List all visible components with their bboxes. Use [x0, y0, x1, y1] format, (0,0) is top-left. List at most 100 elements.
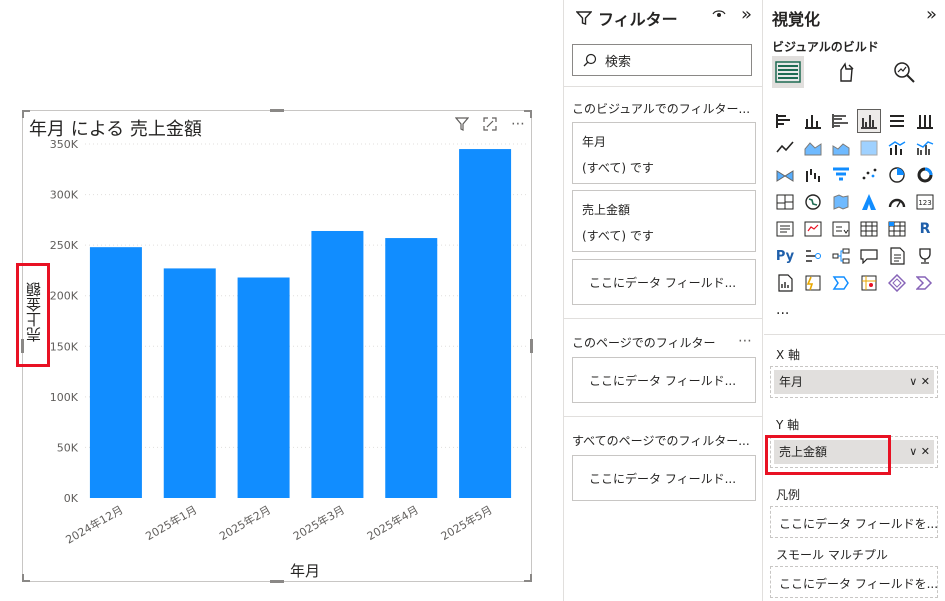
- 100-stacked-bar-chart-icon[interactable]: [886, 110, 908, 132]
- filters-title: フィルター: [598, 10, 678, 29]
- y-axis-well-label: Y 軸: [776, 418, 800, 432]
- filter-icon: [576, 11, 592, 25]
- 100-stacked-column-chart-icon[interactable]: [914, 110, 936, 132]
- ribbon-chart-icon[interactable]: [774, 164, 796, 186]
- kpi-icon[interactable]: [802, 218, 824, 240]
- x-axis-field-well[interactable]: 年月 ∨ ✕: [770, 366, 938, 398]
- gauge-icon[interactable]: [886, 191, 908, 213]
- filter-card-year-month[interactable]: 年月 (すべて) です: [572, 122, 756, 184]
- filter-card-state: (すべて) です: [582, 229, 654, 243]
- small-multiples-field-well[interactable]: ここにデータ フィールドを...: [770, 566, 938, 598]
- funnel-chart-icon[interactable]: [830, 164, 852, 186]
- close-icon[interactable]: ✕: [921, 445, 930, 458]
- matrix-icon[interactable]: [886, 218, 908, 240]
- x-axis-title: 年月: [290, 562, 321, 580]
- x-axis-well-label: X 軸: [776, 348, 801, 362]
- line-and-stacked-column-chart-icon[interactable]: [886, 137, 908, 159]
- bar: [385, 238, 438, 498]
- more-options-icon[interactable]: ⋯: [738, 333, 752, 349]
- treemap-icon[interactable]: [774, 191, 796, 213]
- close-icon[interactable]: ✕: [921, 375, 930, 388]
- bar: [237, 277, 290, 498]
- legend-well-label: 凡例: [776, 488, 801, 502]
- bar: [459, 149, 512, 499]
- qna-icon[interactable]: [858, 245, 880, 267]
- search-icon: [583, 53, 597, 67]
- 100-stacked-area-chart-icon[interactable]: [858, 137, 880, 159]
- filled-map-icon[interactable]: [830, 191, 852, 213]
- clustered-column-chart-icon[interactable]: [857, 109, 881, 133]
- waterfall-chart-icon[interactable]: [802, 164, 824, 186]
- small-multiples-drop-text: ここにデータ フィールドを...: [779, 577, 939, 591]
- filter-card-field: 売上金額: [582, 203, 631, 217]
- map-icon[interactable]: [802, 191, 824, 213]
- all-pages-filter-drop-zone[interactable]: ここにデータ フィールド...: [572, 455, 756, 501]
- stacked-bar-chart-icon[interactable]: [774, 110, 796, 132]
- format-visual-tab-icon[interactable]: [830, 56, 862, 88]
- goals-icon[interactable]: [914, 245, 936, 267]
- visual-filter-drop-zone[interactable]: ここにデータ フィールド...: [572, 259, 756, 305]
- clustered-bar-chart-icon[interactable]: [830, 110, 852, 132]
- custom-visual-icon[interactable]: [886, 272, 908, 294]
- y-axis-field-well[interactable]: 売上金額 ∨ ✕: [765, 435, 938, 475]
- collapse-filters-icon[interactable]: »: [741, 4, 752, 25]
- x-tick-label: 2024年12月: [63, 502, 125, 546]
- key-influencers-icon[interactable]: [802, 245, 824, 267]
- multi-row-card-icon[interactable]: [774, 218, 796, 240]
- slicer-icon[interactable]: [830, 218, 852, 240]
- filter-card-sales[interactable]: 売上金額 (すべて) です: [572, 190, 756, 252]
- chevron-down-icon[interactable]: ∨: [909, 445, 917, 458]
- azure-map-icon[interactable]: [858, 191, 880, 213]
- paginated-report-icon[interactable]: [774, 272, 796, 294]
- smart-narrative-icon[interactable]: [886, 245, 908, 267]
- divider: [564, 416, 762, 417]
- legend-field-well[interactable]: ここにデータ フィールドを...: [770, 506, 938, 538]
- y-axis-field-highlight: [765, 435, 891, 475]
- y-tick-label: 150K: [50, 340, 79, 353]
- build-visual-label: ビジュアルのビルド: [772, 40, 879, 54]
- build-visual-tab-icon[interactable]: [772, 56, 804, 88]
- chevron-down-icon[interactable]: ∨: [909, 375, 917, 388]
- bar: [311, 230, 364, 499]
- x-tick-label: 2025年4月: [364, 502, 420, 543]
- pill-actions: ∨ ✕: [909, 370, 930, 394]
- y-tick-label: 350K: [50, 138, 79, 151]
- chevron-visual-icon[interactable]: [914, 272, 936, 294]
- arcgis-map-icon[interactable]: [858, 272, 880, 294]
- power-automate-icon[interactable]: [830, 272, 852, 294]
- area-chart-icon[interactable]: [802, 137, 824, 159]
- stacked-column-chart-icon[interactable]: [802, 110, 824, 132]
- analytics-tab-icon[interactable]: [888, 56, 920, 88]
- line-and-clustered-column-chart-icon[interactable]: [914, 137, 936, 159]
- page-filter-drop-zone[interactable]: ここにデータ フィールド...: [572, 357, 756, 403]
- decomposition-tree-icon[interactable]: [830, 245, 852, 267]
- r-script-visual-icon[interactable]: R: [914, 218, 936, 240]
- table-icon[interactable]: [858, 218, 880, 240]
- visualization-tabs: [772, 56, 920, 88]
- pie-chart-icon[interactable]: [886, 164, 908, 186]
- x-tick-label: 2025年3月: [291, 502, 347, 543]
- stacked-area-chart-icon[interactable]: [830, 137, 852, 159]
- python-visual-icon[interactable]: Py: [774, 245, 796, 267]
- pill-actions: ∨ ✕: [909, 440, 930, 464]
- power-apps-icon[interactable]: [802, 272, 824, 294]
- y-tick-label: 100K: [50, 391, 79, 404]
- x-axis-field-name: 年月: [779, 375, 804, 389]
- more-visuals-icon[interactable]: ...: [776, 302, 789, 318]
- filter-card-field: 年月: [582, 135, 607, 149]
- drop-zone-text: ここにデータ フィールド...: [589, 276, 737, 290]
- search-input[interactable]: 検索: [572, 44, 752, 76]
- scatter-chart-icon[interactable]: [858, 164, 880, 186]
- y-tick-label: 300K: [50, 189, 79, 202]
- y-tick-label: 200K: [50, 290, 79, 303]
- donut-chart-icon[interactable]: [914, 164, 936, 186]
- card-icon[interactable]: 123: [914, 191, 936, 213]
- small-multiples-well-label: スモール マルチプル: [776, 548, 888, 562]
- eye-icon[interactable]: [712, 8, 726, 23]
- collapse-visualizations-icon[interactable]: »: [926, 4, 937, 25]
- line-chart-icon[interactable]: [774, 137, 796, 159]
- x-axis-field-pill[interactable]: 年月 ∨ ✕: [774, 370, 934, 394]
- legend-drop-text: ここにデータ フィールドを...: [779, 517, 939, 531]
- visual-type-grid: 123 R Py: [774, 109, 936, 294]
- bar: [89, 247, 142, 498]
